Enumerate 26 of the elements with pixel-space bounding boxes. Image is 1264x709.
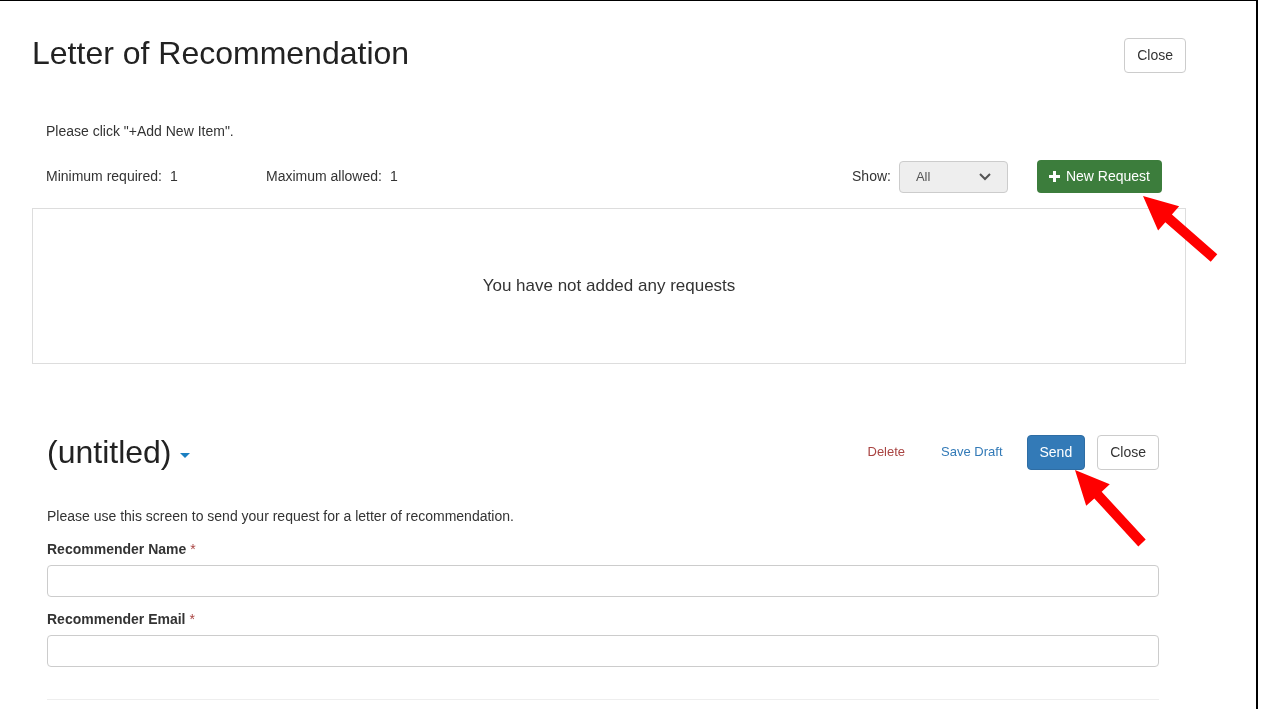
- item-title: (untitled): [47, 433, 172, 472]
- delete-link[interactable]: Delete: [855, 436, 918, 468]
- send-button[interactable]: Send: [1026, 434, 1086, 470]
- close-button[interactable]: Close: [1097, 434, 1159, 470]
- new-request-button[interactable]: New Request: [1036, 160, 1162, 193]
- text-field[interactable]: [47, 635, 1159, 667]
- description-text: Please use this screen to send your request for a letter of recommendation.: [47, 507, 515, 526]
- empty-message: You have not added any requests: [482, 275, 736, 298]
- save-draft-link[interactable]: Save Draft: [929, 436, 1015, 468]
- field-label: Recommender Name: [47, 540, 187, 559]
- text-field[interactable]: [47, 565, 1159, 597]
- caret-down-icon[interactable]: [179, 453, 190, 459]
- limit-value: 1: [169, 167, 178, 186]
- chevron-down-icon: [978, 172, 991, 181]
- required-mark: *: [190, 540, 196, 559]
- filter-select[interactable]: All: [898, 160, 1008, 193]
- required-mark: *: [189, 610, 195, 629]
- limit-label: Maximum allowed:: [266, 167, 382, 186]
- instruction-text: Please click "+Add New Item".: [46, 122, 235, 141]
- page-title: Letter of Recommendation: [32, 34, 410, 73]
- close-button[interactable]: Close: [1124, 37, 1186, 73]
- field-label: Recommender Email: [47, 610, 186, 629]
- limit-label: Minimum required:: [46, 167, 162, 186]
- plus-icon: [1048, 171, 1060, 182]
- filter-label: Show:: [852, 167, 891, 186]
- limit-value: 1: [389, 167, 398, 186]
